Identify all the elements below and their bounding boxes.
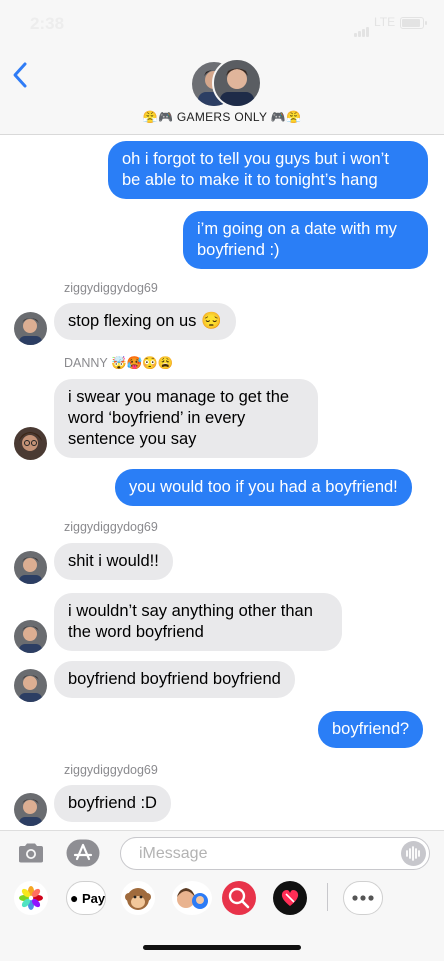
avatar [212, 58, 262, 108]
camera-icon[interactable] [18, 843, 44, 863]
message-bubble-received[interactable]: i swear you manage to get the word ‘boyf… [54, 379, 318, 458]
monkey-animoji-icon[interactable] [121, 881, 155, 915]
avatar [14, 669, 47, 702]
message-input[interactable]: iMessage [120, 837, 430, 870]
home-indicator[interactable] [143, 945, 301, 950]
app-drawer: ● Pay [0, 881, 444, 921]
conversation-header: 😤🎮 GAMERS ONLY 🎮😤 [0, 44, 444, 135]
compose-bar: iMessage ● Pay [0, 830, 444, 961]
avatar [14, 427, 47, 460]
message-input-placeholder: iMessage [139, 845, 208, 862]
message-bubble-received[interactable]: stop flexing on us 😔 [54, 303, 236, 340]
chevron-left-icon[interactable] [10, 60, 32, 90]
message-bubble-sent[interactable]: i’m going on a date with my boyfriend :) [183, 211, 428, 269]
group-avatar[interactable] [190, 54, 262, 108]
apple-pay-icon[interactable]: ● Pay [66, 881, 106, 915]
message-bubble-sent[interactable]: you would too if you had a boyfriend! [115, 469, 412, 506]
audio-waveform-icon[interactable] [401, 841, 426, 866]
message-bubble-received[interactable]: i wouldn’t say anything other than the w… [54, 593, 342, 651]
image-search-icon[interactable] [222, 881, 256, 915]
app-store-icon[interactable] [66, 839, 100, 867]
avatar [14, 620, 47, 653]
more-icon[interactable] [343, 881, 383, 915]
group-name[interactable]: 😤🎮 GAMERS ONLY 🎮😤 [0, 110, 444, 124]
status-time: 2:38 [30, 14, 65, 33]
message-bubble-sent[interactable]: oh i forgot to tell you guys but i won’t… [108, 141, 428, 199]
status-bar: 2:38 LTE [0, 0, 444, 44]
avatar [14, 551, 47, 584]
battery-icon [400, 17, 427, 29]
message-bubble-sent[interactable]: boyfriend? [318, 711, 424, 748]
signal-icon [354, 19, 370, 37]
sender-name: DANNY 🤯🥵😳😩 [64, 356, 174, 370]
sender-name: ziggydiggydog69 [64, 520, 158, 534]
digital-touch-heart-icon[interactable] [273, 881, 307, 915]
message-bubble-received[interactable]: shit i would!! [54, 543, 173, 580]
sender-name: ziggydiggydog69 [64, 763, 158, 777]
message-bubble-received[interactable]: boyfriend boyfriend boyfriend [54, 661, 295, 698]
photos-icon[interactable] [14, 881, 48, 915]
message-thread: oh i forgot to tell you guys but i won’t… [0, 135, 444, 830]
apple-pay-label: Pay [82, 891, 106, 906]
drawer-divider [327, 883, 328, 911]
message-bubble-received[interactable]: boyfriend :D [54, 785, 171, 822]
memoji-icon[interactable] [172, 881, 212, 915]
network-label: LTE [374, 15, 396, 29]
sender-name: ziggydiggydog69 [64, 281, 158, 295]
avatar [14, 793, 47, 826]
avatar [14, 312, 47, 345]
